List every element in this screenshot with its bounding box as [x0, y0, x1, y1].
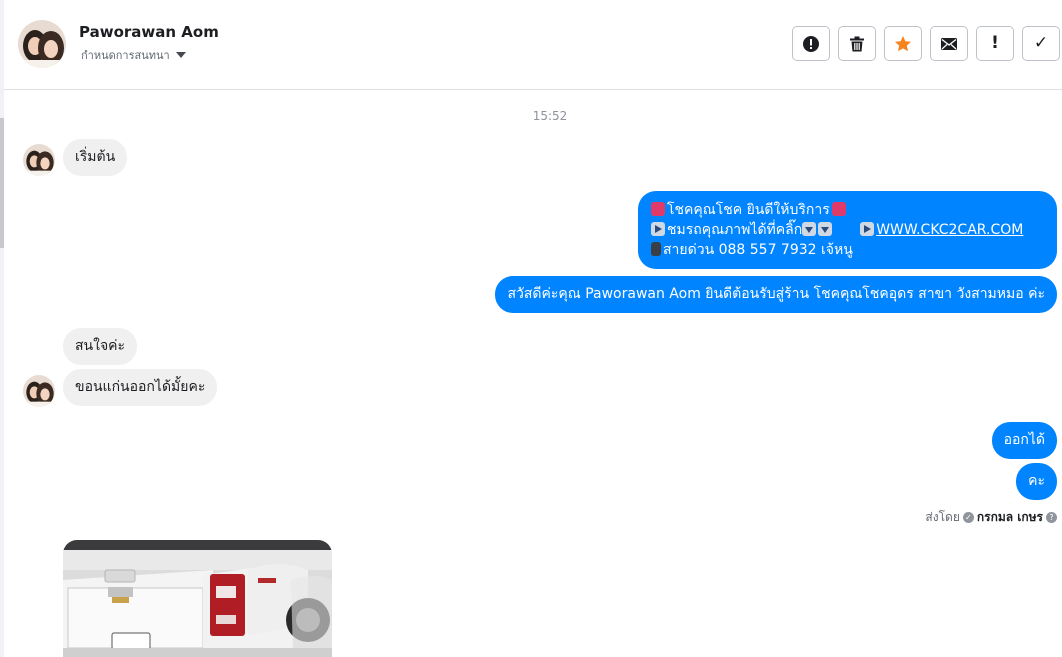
- assign-label: กำหนดการสนทนา: [81, 49, 170, 62]
- contact-avatar-small[interactable]: [23, 144, 55, 176]
- envelope-icon: [941, 37, 957, 50]
- promo-line-3: สายด่วน 088 557 7932 เจ้หนู: [651, 240, 1045, 260]
- message-text: ขอนแก่นออกได้มั้ยคะ: [75, 379, 206, 395]
- check-icon: ✓: [1033, 33, 1049, 53]
- alert-circle-icon: [803, 35, 819, 52]
- message-text: ออกได้: [1003, 432, 1045, 448]
- outgoing-message[interactable]: คะ: [1016, 463, 1057, 500]
- star-icon: [895, 35, 911, 51]
- conversation-toolbar: ! ✓: [792, 26, 1060, 63]
- play-emoji-icon: [860, 222, 875, 236]
- conversation-header: Paworawan Aom กำหนดการสนทนา ! ✓: [4, 0, 1062, 90]
- verified-icon: ✓: [962, 512, 974, 523]
- website-link[interactable]: WWW.CKC2CAR.COM: [876, 222, 1023, 238]
- mark-unread-button[interactable]: [930, 26, 968, 61]
- help-icon[interactable]: ?: [1046, 512, 1057, 523]
- contact-avatar-small[interactable]: [23, 375, 55, 407]
- spam-alert-button[interactable]: [792, 26, 830, 61]
- outgoing-message[interactable]: สวัสดีค่ะคุณ Paworawan Aom ยินดีต้อนรับส…: [495, 276, 1057, 313]
- message-text: สวัสดีค่ะคุณ Paworawan Aom ยินดีต้อนรับส…: [507, 286, 1045, 302]
- promo-line-1: โชคคุณโชค ยินดีให้บริการ: [651, 200, 1045, 220]
- assign-conversation-dropdown[interactable]: กำหนดการสนทนา: [81, 46, 186, 64]
- message-text: สนใจค่ะ: [75, 338, 126, 354]
- follow-up-button[interactable]: !: [976, 26, 1014, 61]
- outgoing-message[interactable]: โชคคุณโชค ยินดีให้บริการ ชมรถคุณภาพได้ที…: [638, 191, 1057, 269]
- phone-emoji-icon: [651, 242, 661, 256]
- sent-by-label: ส่งโดย: [925, 510, 960, 524]
- incoming-message[interactable]: ขอนแก่นออกได้มั้ยคะ: [63, 369, 218, 406]
- car-emoji-icon: [651, 202, 665, 216]
- outgoing-message[interactable]: ออกได้: [991, 422, 1057, 459]
- mark-done-button[interactable]: ✓: [1022, 26, 1060, 61]
- image-attachment[interactable]: [63, 540, 332, 657]
- message-text: เริ่มต้น: [75, 149, 116, 165]
- trash-icon: [850, 36, 864, 51]
- down-arrow-emoji-icon: [802, 222, 817, 236]
- left-panel-edge: [0, 0, 4, 657]
- sent-by-name[interactable]: กรกมล เกษร: [977, 508, 1043, 527]
- promo-line-2: ชมรถคุณภาพได้ที่คลิ๊ก WWW.CKC2CAR.COM: [651, 220, 1045, 240]
- down-arrow-emoji-icon: [818, 222, 833, 236]
- exclamation-icon: !: [991, 33, 999, 53]
- incoming-message[interactable]: เริ่มต้น: [63, 139, 128, 176]
- contact-avatar[interactable]: [18, 20, 66, 68]
- caret-down-icon: [175, 52, 186, 58]
- message-timestamp: 15:52: [532, 109, 568, 123]
- sent-by-info: ส่งโดย ✓ กรกมล เกษร ?: [925, 508, 1057, 527]
- contact-name[interactable]: Paworawan Aom: [79, 23, 219, 41]
- message-text: คะ: [1028, 473, 1045, 489]
- play-emoji-icon: [651, 222, 665, 236]
- car-emoji-icon: [831, 202, 846, 216]
- left-panel-scrollbar[interactable]: [0, 118, 4, 248]
- incoming-message[interactable]: สนใจค่ะ: [63, 328, 138, 365]
- delete-button[interactable]: [838, 26, 876, 61]
- star-button[interactable]: [884, 26, 922, 61]
